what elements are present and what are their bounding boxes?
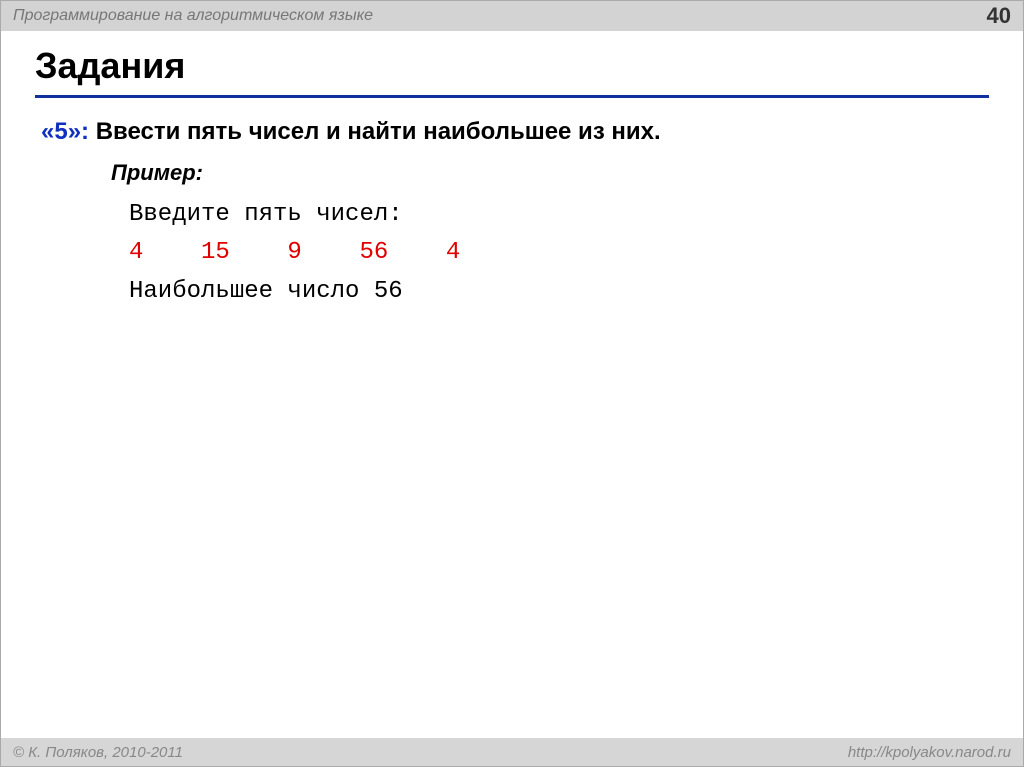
footer-url: http://kpolyakov.narod.ru [848,744,1011,761]
code-result: Наибольшее число 56 [129,273,983,311]
example-label: Пример: [111,160,983,186]
task-text: Ввести пять чисел и найти наибольшее из … [89,118,661,145]
slide-number: 40 [987,3,1011,29]
title-divider [35,95,989,98]
code-block: Введите пять чисел: 4 15 9 56 4 Наибольш… [129,196,983,311]
page-title: Задания [1,31,1023,95]
header-title: Программирование на алгоритмическом язык… [13,7,373,25]
footer-copyright: © К. Поляков, 2010-2011 [13,744,183,761]
content-area: «5»: Ввести пять чисел и найти наибольше… [1,118,1023,311]
task-rating: «5»: [41,118,89,145]
code-input: 4 15 9 56 4 [129,234,983,272]
footer-bar: © К. Поляков, 2010-2011 http://kpolyakov… [1,738,1023,766]
code-prompt: Введите пять чисел: [129,196,983,234]
header-bar: Программирование на алгоритмическом язык… [1,1,1023,31]
task-line: «5»: Ввести пять чисел и найти наибольше… [41,118,983,146]
